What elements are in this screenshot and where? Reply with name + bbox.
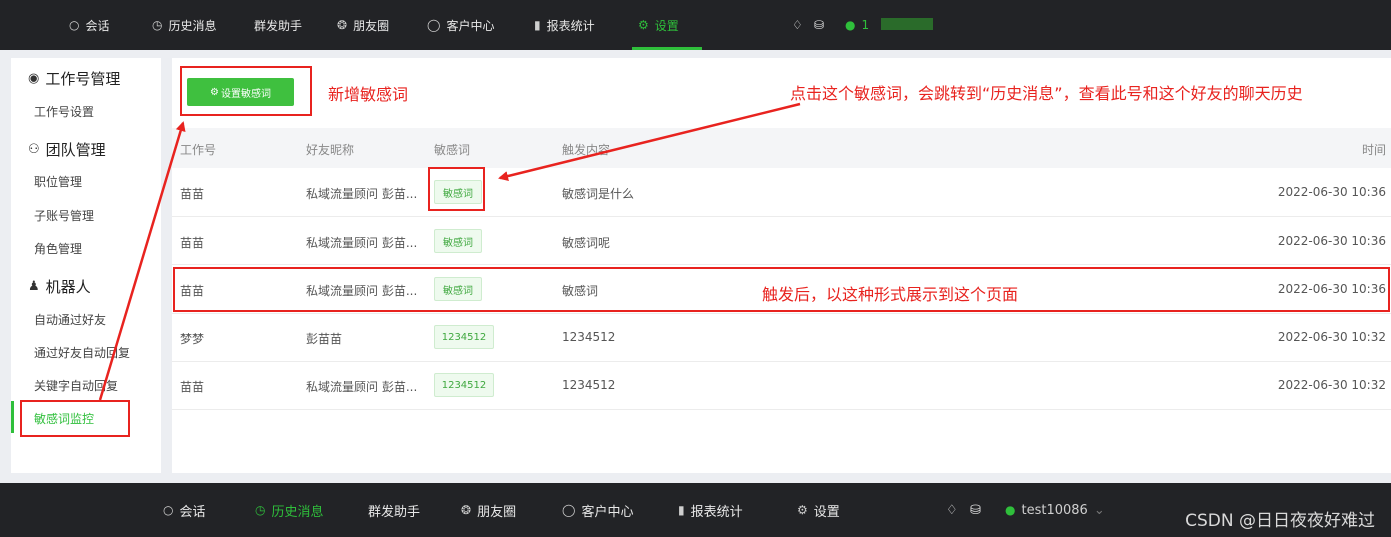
bottom-nav: ○ 会话 ◷ 历史消息 群发助手 ❂ 朋友圈 ◯ 客户中心 ▮ 报表统计 ⚙ 设置 ♢ ⛁ …	[0, 483, 1391, 537]
bell-icon[interactable]: ♢	[946, 483, 958, 537]
chat-icon: ○	[163, 503, 174, 517]
clock-icon: ◷	[255, 503, 266, 517]
arrow-sidebar-to-button	[98, 121, 186, 401]
arrow-note-to-word	[498, 102, 801, 181]
user-icon: ●	[1005, 503, 1016, 517]
database-icon[interactable]: ⛁	[970, 483, 981, 537]
account-menu[interactable]: ● test10086 ⌄	[1005, 483, 1105, 537]
nav2-moments[interactable]: ❂ 朋友圈	[461, 483, 516, 537]
annotation-arrows	[98, 102, 801, 401]
gear-icon: ⚙	[797, 503, 808, 517]
nav2-chat[interactable]: ○ 会话	[163, 483, 206, 537]
nav2-broadcast[interactable]: 群发助手	[368, 483, 420, 537]
nav2-settings[interactable]: ⚙ 设置	[797, 483, 840, 537]
aperture-icon: ❂	[461, 503, 472, 517]
nav2-customer[interactable]: ◯ 客户中心	[562, 483, 633, 537]
chevron-down-icon: ⌄	[1093, 502, 1105, 518]
nav2-history[interactable]: ◷ 历史消息	[255, 483, 324, 537]
nav2-report[interactable]: ▮ 报表统计	[678, 483, 743, 537]
user-icon: ◯	[562, 503, 576, 517]
watermark: CSDN @日日夜夜好难过	[1185, 511, 1375, 531]
bar-chart-icon: ▮	[678, 503, 685, 517]
